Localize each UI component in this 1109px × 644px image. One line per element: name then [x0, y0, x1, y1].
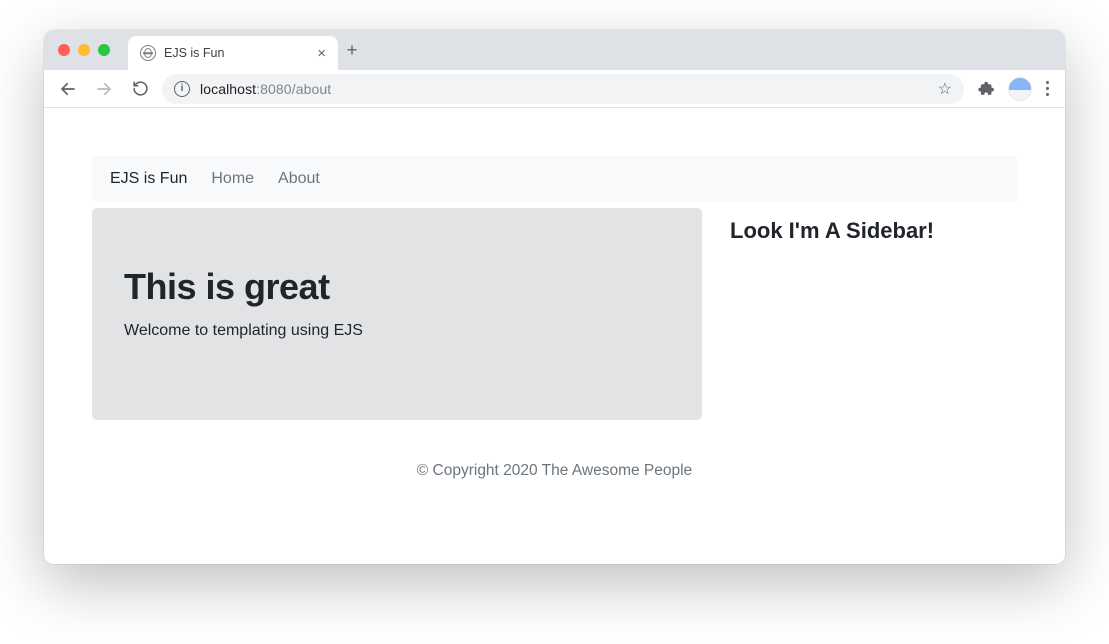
browser-toolbar: i localhost:8080/about ☆ [44, 70, 1065, 108]
nav-link-about[interactable]: About [278, 170, 320, 188]
content-row: This is great Welcome to templating usin… [92, 208, 1017, 420]
close-window-button[interactable] [58, 44, 70, 56]
globe-icon [140, 45, 156, 61]
site-info-icon[interactable]: i [174, 81, 190, 97]
site-navbar: EJS is Fun Home About [92, 156, 1017, 202]
browser-window: EJS is Fun × + i localhost:8080/about ☆ [44, 30, 1065, 564]
close-tab-icon[interactable]: × [317, 46, 326, 61]
profile-avatar[interactable] [1008, 77, 1032, 101]
footer-text: © Copyright 2020 The Awesome People [92, 462, 1017, 480]
browser-menu-button[interactable] [1040, 81, 1055, 96]
window-controls [58, 44, 110, 56]
browser-tab[interactable]: EJS is Fun × [128, 36, 338, 70]
back-button[interactable] [54, 75, 82, 103]
minimize-window-button[interactable] [78, 44, 90, 56]
tab-title: EJS is Fun [164, 46, 224, 60]
tab-strip: EJS is Fun × + [44, 30, 1065, 70]
forward-button[interactable] [90, 75, 118, 103]
extensions-icon[interactable] [972, 75, 1000, 103]
new-tab-button[interactable]: + [338, 40, 366, 61]
jumbotron-heading: This is great [124, 266, 670, 308]
navbar-brand[interactable]: EJS is Fun [110, 170, 187, 188]
sidebar-heading: Look I'm A Sidebar! [730, 218, 1017, 244]
nav-link-home[interactable]: Home [211, 170, 254, 188]
maximize-window-button[interactable] [98, 44, 110, 56]
page-viewport: EJS is Fun Home About This is great Welc… [44, 108, 1065, 564]
sidebar: Look I'm A Sidebar! [730, 208, 1017, 420]
reload-button[interactable] [126, 75, 154, 103]
bookmark-star-icon[interactable]: ☆ [938, 79, 952, 99]
jumbotron: This is great Welcome to templating usin… [92, 208, 702, 420]
jumbotron-text: Welcome to templating using EJS [124, 322, 670, 340]
address-bar[interactable]: i localhost:8080/about ☆ [162, 74, 964, 104]
url-text: localhost:8080/about [200, 81, 331, 97]
